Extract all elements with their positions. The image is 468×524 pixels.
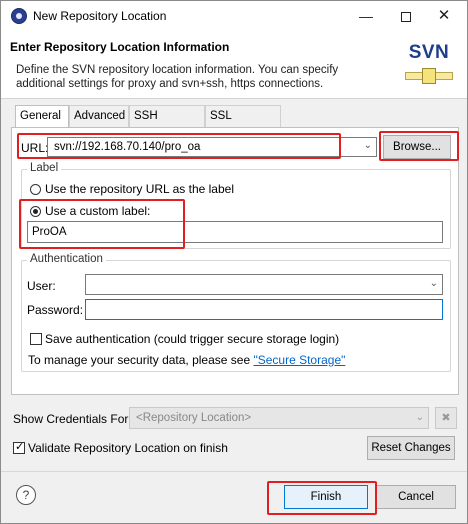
use-repo-url-radio[interactable] (30, 184, 41, 195)
help-icon[interactable]: ? (16, 485, 36, 505)
reset-changes-button[interactable]: Reset Changes (367, 436, 455, 460)
svn-logo-icon: SVN (401, 36, 457, 92)
svn-logo-text: SVN (408, 42, 450, 63)
maximize-icon (401, 12, 411, 23)
close-button[interactable]: ✕ (433, 5, 455, 27)
banner-description: Define the SVN repository location infor… (16, 64, 339, 90)
highlight-custom-label (19, 199, 185, 249)
banner-title: Enter Repository Location Information (10, 40, 230, 54)
highlight-url (17, 133, 341, 159)
window-title: New Repository Location (33, 9, 167, 23)
save-authentication-checkbox[interactable] (30, 333, 42, 345)
secure-storage-link[interactable]: "Secure Storage" (253, 353, 345, 367)
chevron-down-icon[interactable]: ⌄ (416, 412, 424, 423)
chevron-down-icon[interactable]: ⌄ (430, 278, 438, 289)
password-label: Password: (27, 303, 84, 317)
tab-advanced[interactable]: Advanced (69, 105, 129, 127)
show-credentials-value: <Repository Location> (136, 412, 252, 424)
save-authentication-label[interactable]: Save authentication (could trigger secur… (45, 332, 339, 346)
validate-location-label[interactable]: Validate Repository Location on finish (28, 441, 228, 455)
tab-ssh-settings[interactable]: SSH Settings (129, 105, 205, 142)
authentication-group-title: Authentication (27, 253, 106, 265)
title-bar: New Repository Location — ✕ (1, 1, 467, 31)
tab-advanced-label: Advanced (74, 110, 126, 122)
chevron-down-icon[interactable]: ⌄ (364, 140, 372, 151)
manage-security-prefix: To manage your security data, please see (28, 353, 254, 367)
password-input[interactable] (85, 299, 443, 320)
delete-credentials-button[interactable]: ✖ (435, 407, 457, 429)
use-repo-url-label[interactable]: Use the repository URL as the label (45, 182, 234, 196)
tab-general[interactable]: General (15, 105, 69, 128)
show-credentials-label: Show Credentials For: (13, 412, 132, 426)
highlight-browse (379, 131, 459, 161)
svn-logo-knob (422, 68, 436, 84)
footer-divider (1, 471, 467, 472)
highlight-finish (267, 481, 377, 515)
user-label: User: (27, 279, 56, 293)
tab-ssl-settings[interactable]: SSL Settings (205, 105, 281, 142)
user-combobox[interactable]: ⌄ (85, 274, 443, 295)
validate-location-checkbox[interactable] (13, 440, 25, 454)
eclipse-app-icon (11, 8, 27, 24)
cancel-button[interactable]: Cancel (376, 485, 456, 509)
header-banner: Enter Repository Location Information De… (1, 31, 467, 99)
dialog-window: New Repository Location — ✕ Enter Reposi… (0, 0, 468, 524)
manage-security-text: To manage your security data, please see… (28, 353, 345, 367)
label-group-title: Label (27, 162, 62, 174)
tab-general-label: General (20, 110, 61, 122)
maximize-button[interactable] (395, 5, 417, 27)
minimize-button[interactable]: — (355, 5, 377, 27)
show-credentials-combobox[interactable]: <Repository Location> ⌄ (129, 407, 429, 429)
